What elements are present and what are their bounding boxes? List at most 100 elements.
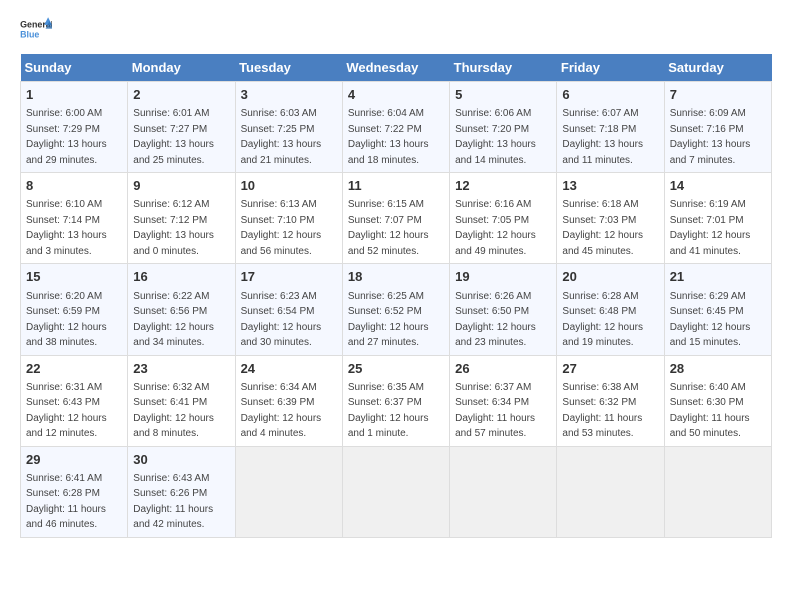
day-number: 28 [670, 360, 766, 378]
day-number: 7 [670, 86, 766, 104]
day-cell [450, 446, 557, 537]
day-info: Sunrise: 6:03 AMSunset: 7:25 PMDaylight:… [241, 108, 322, 166]
day-info: Sunrise: 6:25 AMSunset: 6:52 PMDaylight:… [348, 291, 429, 349]
day-number: 21 [670, 268, 766, 286]
weekday-wednesday: Wednesday [342, 54, 449, 82]
week-row-5: 29 Sunrise: 6:41 AMSunset: 6:28 PMDayligh… [21, 446, 772, 537]
day-cell: 25Sunrise: 6:35 AMSunset: 6:37 PMDayligh… [342, 355, 449, 446]
day-info: Sunrise: 6:29 AMSunset: 6:45 PMDaylight:… [670, 291, 751, 349]
day-cell: 9 Sunrise: 6:12 AMSunset: 7:12 PMDaylight… [128, 173, 235, 264]
day-cell: 17Sunrise: 6:23 AMSunset: 6:54 PMDayligh… [235, 264, 342, 355]
day-number: 14 [670, 177, 766, 195]
day-cell: 28 Sunrise: 6:40 AMSunset: 6:30 PMDayligh… [664, 355, 771, 446]
day-cell: 15 Sunrise: 6:20 AMSunset: 6:59 PMDayligh… [21, 264, 128, 355]
day-cell: 21 Sunrise: 6:29 AMSunset: 6:45 PMDayligh… [664, 264, 771, 355]
week-row-1: 1Sunrise: 6:00 AMSunset: 7:29 PMDaylight… [21, 82, 772, 173]
day-info: Sunrise: 6:20 AMSunset: 6:59 PMDaylight:… [26, 291, 107, 349]
day-info: Sunrise: 6:00 AMSunset: 7:29 PMDaylight:… [26, 108, 107, 166]
day-info: Sunrise: 6:40 AMSunset: 6:30 PMDaylight:… [670, 382, 750, 440]
week-row-2: 8 Sunrise: 6:10 AMSunset: 7:14 PMDaylight… [21, 173, 772, 264]
day-cell: 16Sunrise: 6:22 AMSunset: 6:56 PMDayligh… [128, 264, 235, 355]
weekday-friday: Friday [557, 54, 664, 82]
day-cell: 13 Sunrise: 6:18 AMSunset: 7:03 PMDayligh… [557, 173, 664, 264]
day-cell: 4Sunrise: 6:04 AMSunset: 7:22 PMDaylight… [342, 82, 449, 173]
day-number: 3 [241, 86, 337, 104]
day-number: 20 [562, 268, 658, 286]
day-number: 26 [455, 360, 551, 378]
day-cell: 19 Sunrise: 6:26 AMSunset: 6:50 PMDayligh… [450, 264, 557, 355]
day-info: Sunrise: 6:01 AMSunset: 7:27 PMDaylight:… [133, 108, 214, 166]
day-number: 24 [241, 360, 337, 378]
day-number: 8 [26, 177, 122, 195]
day-cell: 2 Sunrise: 6:01 AMSunset: 7:27 PMDaylight… [128, 82, 235, 173]
day-info: Sunrise: 6:18 AMSunset: 7:03 PMDaylight:… [562, 199, 643, 257]
day-number: 12 [455, 177, 551, 195]
day-info: Sunrise: 6:41 AMSunset: 6:28 PMDaylight:… [26, 473, 106, 531]
day-cell: 8 Sunrise: 6:10 AMSunset: 7:14 PMDaylight… [21, 173, 128, 264]
day-cell [235, 446, 342, 537]
day-number: 2 [133, 86, 229, 104]
weekday-thursday: Thursday [450, 54, 557, 82]
day-info: Sunrise: 6:06 AMSunset: 7:20 PMDaylight:… [455, 108, 536, 166]
day-info: Sunrise: 6:15 AMSunset: 7:07 PMDaylight:… [348, 199, 429, 257]
day-info: Sunrise: 6:07 AMSunset: 7:18 PMDaylight:… [562, 108, 643, 166]
day-number: 19 [455, 268, 551, 286]
day-info: Sunrise: 6:26 AMSunset: 6:50 PMDaylight:… [455, 291, 536, 349]
day-number: 5 [455, 86, 551, 104]
header: General Blue [20, 16, 772, 44]
day-cell: 6 Sunrise: 6:07 AMSunset: 7:18 PMDaylight… [557, 82, 664, 173]
day-cell [342, 446, 449, 537]
day-cell: 3 Sunrise: 6:03 AMSunset: 7:25 PMDaylight… [235, 82, 342, 173]
day-number: 18 [348, 268, 444, 286]
day-info: Sunrise: 6:13 AMSunset: 7:10 PMDaylight:… [241, 199, 322, 257]
weekday-saturday: Saturday [664, 54, 771, 82]
day-info: Sunrise: 6:19 AMSunset: 7:01 PMDaylight:… [670, 199, 751, 257]
day-number: 29 [26, 451, 122, 469]
day-number: 15 [26, 268, 122, 286]
day-info: Sunrise: 6:43 AMSunset: 6:26 PMDaylight:… [133, 473, 213, 531]
day-cell [557, 446, 664, 537]
day-info: Sunrise: 6:28 AMSunset: 6:48 PMDaylight:… [562, 291, 643, 349]
day-cell: 20 Sunrise: 6:28 AMSunset: 6:48 PMDayligh… [557, 264, 664, 355]
day-info: Sunrise: 6:12 AMSunset: 7:12 PMDaylight:… [133, 199, 214, 257]
day-cell: 1Sunrise: 6:00 AMSunset: 7:29 PMDaylight… [21, 82, 128, 173]
day-cell: 11 Sunrise: 6:15 AMSunset: 7:07 PMDayligh… [342, 173, 449, 264]
day-cell: 30 Sunrise: 6:43 AMSunset: 6:26 PMDayligh… [128, 446, 235, 537]
day-cell: 24 Sunrise: 6:34 AMSunset: 6:39 PMDayligh… [235, 355, 342, 446]
day-number: 9 [133, 177, 229, 195]
day-number: 11 [348, 177, 444, 195]
day-number: 22 [26, 360, 122, 378]
weekday-monday: Monday [128, 54, 235, 82]
day-number: 17 [241, 268, 337, 286]
day-cell: 5 Sunrise: 6:06 AMSunset: 7:20 PMDaylight… [450, 82, 557, 173]
weekday-sunday: Sunday [21, 54, 128, 82]
day-info: Sunrise: 6:31 AMSunset: 6:43 PMDaylight:… [26, 382, 107, 440]
day-number: 13 [562, 177, 658, 195]
page: General Blue SundayMondayTuesdayWednesda… [0, 0, 792, 548]
day-info: Sunrise: 6:35 AMSunset: 6:37 PMDaylight:… [348, 382, 429, 440]
day-cell: 12 Sunrise: 6:16 AMSunset: 7:05 PMDayligh… [450, 173, 557, 264]
day-info: Sunrise: 6:34 AMSunset: 6:39 PMDaylight:… [241, 382, 322, 440]
day-number: 6 [562, 86, 658, 104]
day-cell [664, 446, 771, 537]
weekday-tuesday: Tuesday [235, 54, 342, 82]
day-cell: 10Sunrise: 6:13 AMSunset: 7:10 PMDayligh… [235, 173, 342, 264]
weekday-header-row: SundayMondayTuesdayWednesdayThursdayFrid… [21, 54, 772, 82]
svg-text:Blue: Blue [20, 30, 39, 40]
week-row-4: 22 Sunrise: 6:31 AMSunset: 6:43 PMDayligh… [21, 355, 772, 446]
day-info: Sunrise: 6:10 AMSunset: 7:14 PMDaylight:… [26, 199, 107, 257]
day-info: Sunrise: 6:09 AMSunset: 7:16 PMDaylight:… [670, 108, 751, 166]
day-info: Sunrise: 6:38 AMSunset: 6:32 PMDaylight:… [562, 382, 642, 440]
day-cell: 27 Sunrise: 6:38 AMSunset: 6:32 PMDayligh… [557, 355, 664, 446]
day-cell: 18 Sunrise: 6:25 AMSunset: 6:52 PMDayligh… [342, 264, 449, 355]
day-number: 27 [562, 360, 658, 378]
day-cell: 22 Sunrise: 6:31 AMSunset: 6:43 PMDayligh… [21, 355, 128, 446]
week-row-3: 15 Sunrise: 6:20 AMSunset: 6:59 PMDayligh… [21, 264, 772, 355]
day-cell: 23Sunrise: 6:32 AMSunset: 6:41 PMDayligh… [128, 355, 235, 446]
day-cell: 7 Sunrise: 6:09 AMSunset: 7:16 PMDaylight… [664, 82, 771, 173]
day-info: Sunrise: 6:32 AMSunset: 6:41 PMDaylight:… [133, 382, 214, 440]
day-info: Sunrise: 6:16 AMSunset: 7:05 PMDaylight:… [455, 199, 536, 257]
day-number: 4 [348, 86, 444, 104]
day-info: Sunrise: 6:37 AMSunset: 6:34 PMDaylight:… [455, 382, 535, 440]
day-number: 30 [133, 451, 229, 469]
